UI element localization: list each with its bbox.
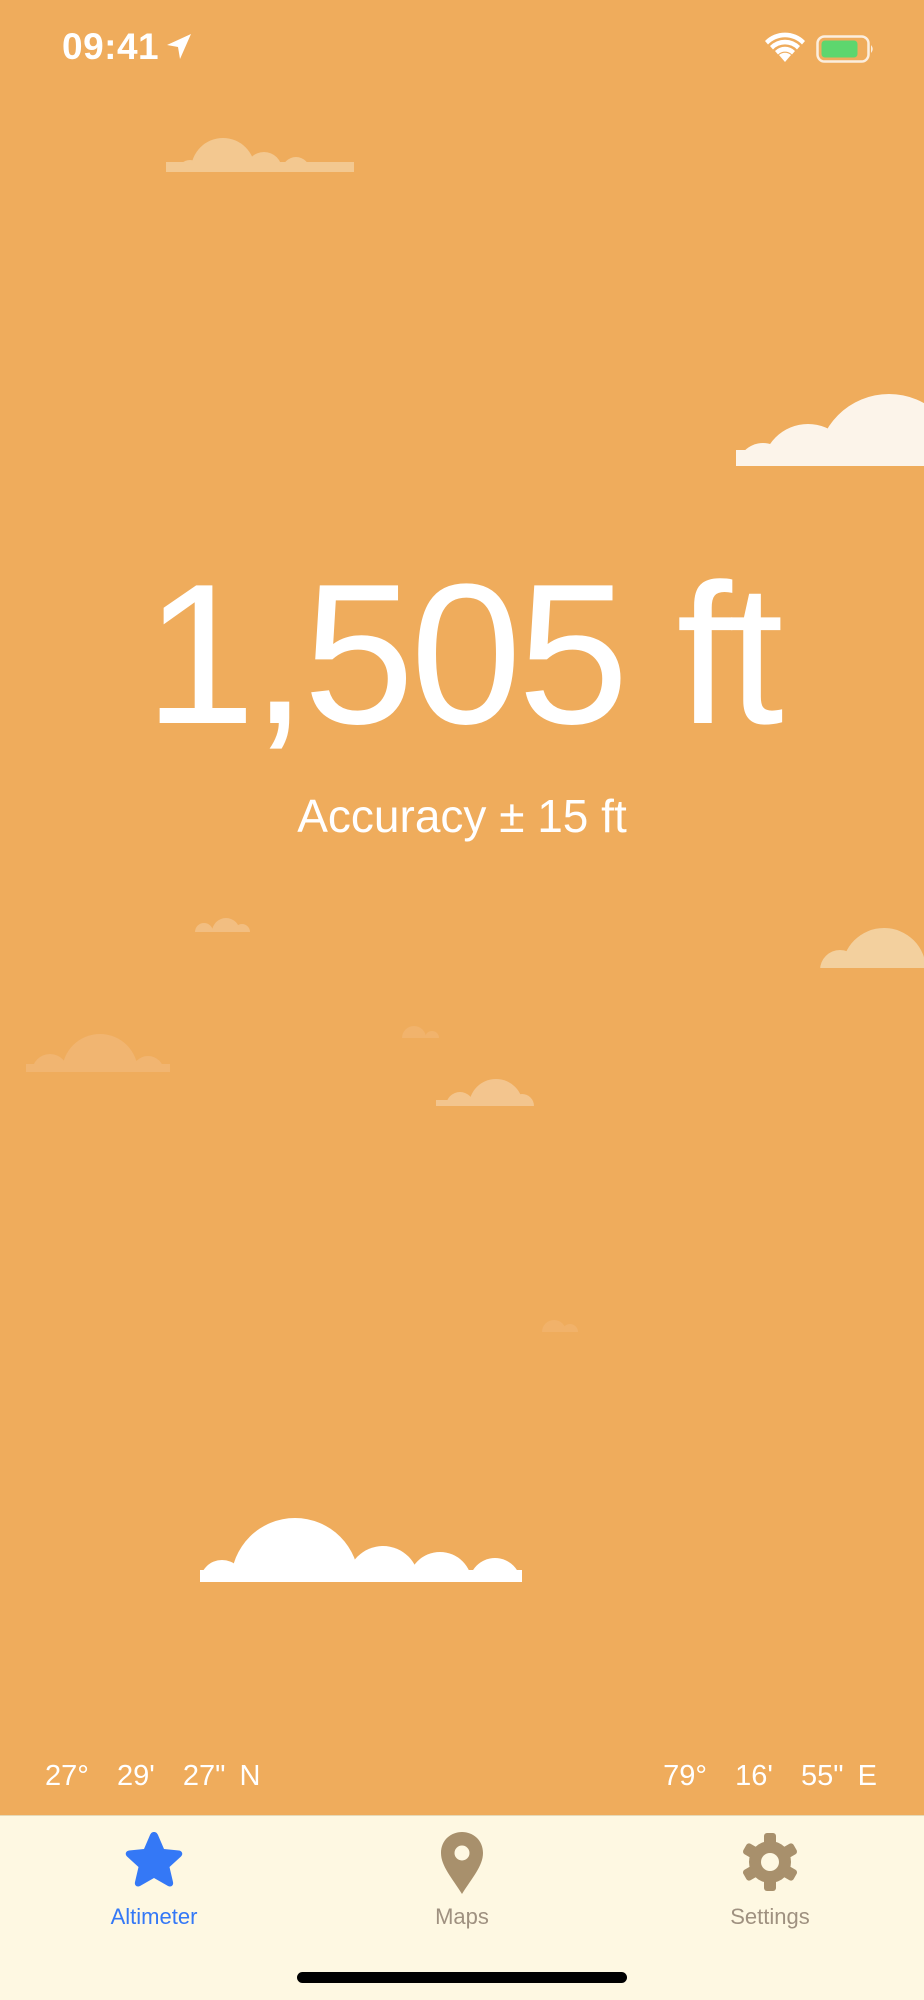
tab-settings[interactable]: Settings [616,1816,924,1946]
cloud-icon [436,1079,534,1106]
battery-icon [816,35,873,63]
altitude-value: 1,505 ft [144,543,783,766]
cloud-icon [542,1320,578,1332]
tab-maps-label: Maps [435,1904,489,1929]
gear-icon [742,1833,798,1891]
status-bar: 09:41 [0,0,924,100]
latitude-label: 27° 29' 27" N [45,1760,261,1792]
tab-altimeter-label: Altimeter [110,1904,198,1929]
tab-bar: Altimeter Maps Settings [0,1815,924,2000]
location-arrow-icon [167,34,191,59]
cloud-icon [195,918,250,932]
star-icon [125,1832,183,1887]
tab-maps[interactable]: Maps [308,1816,616,1946]
cloud-icon [820,928,924,970]
tab-altimeter[interactable]: Altimeter [0,1816,308,1946]
cloud-icon [200,1518,522,1582]
map-pin-icon [441,1832,483,1894]
cloud-icon [166,138,354,172]
tab-settings-label: Settings [730,1904,810,1929]
cloud-icon [402,1026,439,1038]
cloud-icon [736,394,924,468]
cloud-icon [26,1034,170,1072]
status-time: 09:41 [62,26,160,67]
home-indicator [297,1972,627,1983]
altimeter-screen: 09:41 1,505 ft Accuracy ± 15 ft 27° 29' … [0,0,924,2000]
accuracy-label: Accuracy ± 15 ft [297,790,627,842]
longitude-label: 79° 16' 55" E [663,1760,877,1792]
wifi-icon [765,32,805,62]
